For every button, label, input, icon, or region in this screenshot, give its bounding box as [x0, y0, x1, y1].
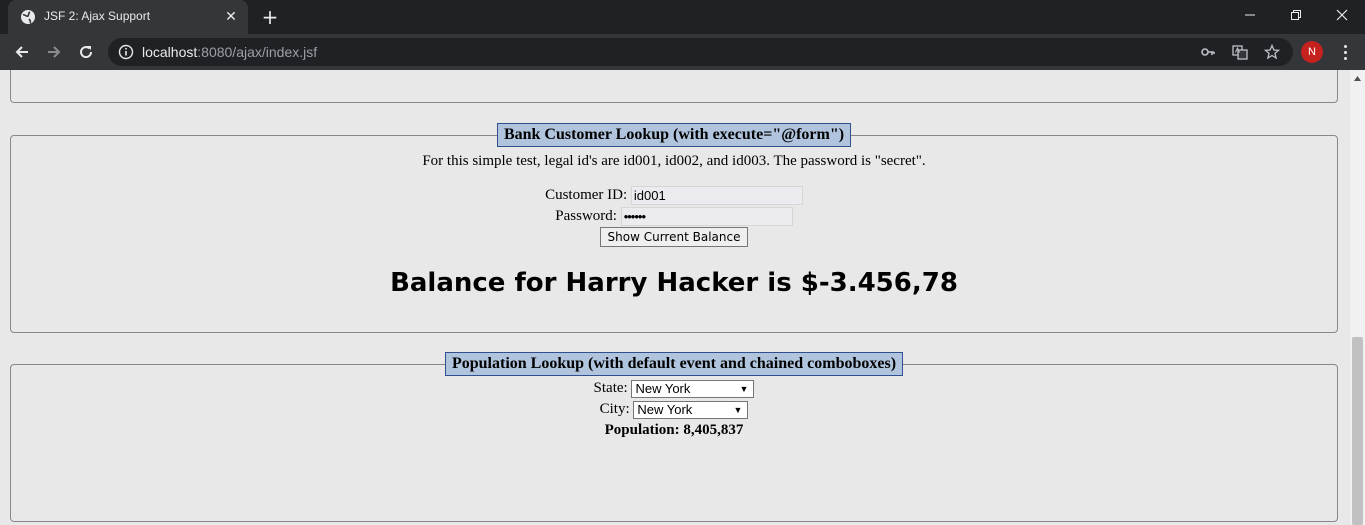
- star-icon[interactable]: [1264, 44, 1280, 60]
- minimize-icon[interactable]: [1227, 0, 1273, 30]
- previous-section-box: [10, 70, 1338, 103]
- back-arrow-icon[interactable]: [10, 40, 34, 64]
- dropdown-arrow-icon: ▼: [739, 383, 749, 394]
- translate-icon[interactable]: [1232, 44, 1248, 60]
- state-row: State: New York ▼: [11, 378, 1337, 399]
- forward-arrow-icon[interactable]: [42, 40, 66, 64]
- city-row: City: New York ▼: [11, 399, 1337, 420]
- bank-lookup-legend: Bank Customer Lookup (with execute="@for…: [496, 123, 852, 147]
- population-lookup-legend: Population Lookup (with default event an…: [444, 352, 904, 376]
- url-path: :8080/ajax/index.jsf: [197, 44, 318, 60]
- city-select-value: New York: [637, 401, 693, 417]
- customer-id-input[interactable]: id001: [630, 186, 803, 206]
- password-label: Password:: [555, 208, 617, 224]
- state-select-value: New York: [635, 380, 691, 396]
- page-content: Bank Customer Lookup (with execute="@for…: [0, 70, 1350, 525]
- browser-toolbar: localhost:8080/ajax/index.jsf N: [0, 34, 1365, 70]
- new-tab-icon[interactable]: +: [258, 5, 282, 29]
- close-window-icon[interactable]: [1319, 0, 1365, 30]
- city-label: City:: [599, 401, 630, 417]
- url-host: localhost: [142, 44, 198, 60]
- browser-tab[interactable]: JSF 2: Ajax Support ✕: [8, 0, 248, 34]
- scroll-up-arrow-icon[interactable]: [1350, 72, 1365, 84]
- state-label: State:: [593, 380, 628, 396]
- page-scrollbar[interactable]: [1350, 70, 1365, 525]
- globe-icon: [21, 10, 35, 24]
- dropdown-arrow-icon: ▼: [733, 404, 743, 415]
- balance-result: Balance for Harry Hacker is $-3.456,78: [390, 268, 958, 298]
- menu-icon[interactable]: [1334, 41, 1356, 63]
- population-result: Population: 8,405,837: [604, 422, 744, 438]
- bank-lookup-section: Bank Customer Lookup (with execute="@for…: [10, 123, 1338, 333]
- tab-strip: JSF 2: Ajax Support ✕ +: [0, 0, 1365, 34]
- info-icon[interactable]: [118, 44, 134, 60]
- url-text: localhost:8080/ajax/index.jsf: [142, 44, 317, 60]
- reload-icon[interactable]: [74, 40, 98, 64]
- address-bar[interactable]: localhost:8080/ajax/index.jsf: [108, 38, 1293, 66]
- balance-button-row: Show Current Balance: [11, 227, 1337, 248]
- key-icon[interactable]: [1200, 44, 1216, 60]
- profile-avatar[interactable]: N: [1301, 41, 1323, 63]
- city-select[interactable]: New York ▼: [633, 400, 749, 419]
- password-input[interactable]: ••••••: [620, 207, 793, 227]
- scrollbar-thumb[interactable]: [1352, 337, 1363, 525]
- customer-id-row: Customer ID: id001: [11, 185, 1337, 206]
- tab-close-icon[interactable]: ✕: [222, 8, 240, 26]
- password-row: Password: ••••••: [11, 206, 1337, 227]
- population-lookup-section: Population Lookup (with default event an…: [10, 352, 1338, 522]
- restore-icon[interactable]: [1273, 0, 1319, 30]
- bank-instructions: For this simple test, legal id's are id0…: [422, 153, 926, 169]
- customer-id-label: Customer ID:: [545, 187, 628, 203]
- show-balance-button[interactable]: Show Current Balance: [599, 227, 749, 247]
- state-select[interactable]: New York ▼: [631, 379, 755, 398]
- tab-title: JSF 2: Ajax Support: [44, 9, 151, 23]
